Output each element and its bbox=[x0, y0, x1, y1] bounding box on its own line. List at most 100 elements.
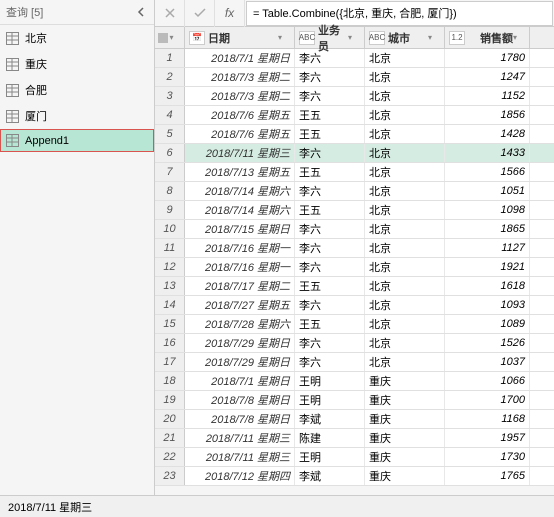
cell-city[interactable]: 北京 bbox=[365, 163, 445, 181]
cell-date[interactable]: 2018/7/6 星期五 bbox=[185, 106, 295, 124]
cell-date[interactable]: 2018/7/28 星期六 bbox=[185, 315, 295, 333]
col-amount[interactable]: 1.2销售额▾ bbox=[445, 27, 530, 48]
cell-city[interactable]: 北京 bbox=[365, 239, 445, 257]
cell-city[interactable]: 北京 bbox=[365, 125, 445, 143]
cell-date[interactable]: 2018/7/1 星期日 bbox=[185, 49, 295, 67]
cell-sales[interactable]: 王明 bbox=[295, 391, 365, 409]
table-row[interactable]: 132018/7/17 星期二王五北京1618 bbox=[155, 277, 554, 296]
cell-date[interactable]: 2018/7/8 星期日 bbox=[185, 391, 295, 409]
cell-amount[interactable]: 1037 bbox=[445, 353, 530, 371]
col-sales[interactable]: ABC业务员▾ bbox=[295, 27, 365, 48]
table-row[interactable]: 32018/7/3 星期二李六北京1152 bbox=[155, 87, 554, 106]
cell-city[interactable]: 重庆 bbox=[365, 372, 445, 390]
cell-amount[interactable]: 1730 bbox=[445, 448, 530, 466]
cell-date[interactable]: 2018/7/11 星期三 bbox=[185, 144, 295, 162]
cell-sales[interactable]: 李六 bbox=[295, 296, 365, 314]
col-date[interactable]: 📅日期▾ bbox=[185, 27, 295, 48]
table-row[interactable]: 52018/7/6 星期五王五北京1428 bbox=[155, 125, 554, 144]
cell-date[interactable]: 2018/7/27 星期五 bbox=[185, 296, 295, 314]
cell-city[interactable]: 北京 bbox=[365, 296, 445, 314]
cell-amount[interactable]: 1051 bbox=[445, 182, 530, 200]
cell-amount[interactable]: 1865 bbox=[445, 220, 530, 238]
filter-icon[interactable]: ▾ bbox=[513, 33, 525, 42]
sidebar-item-0[interactable]: 北京 bbox=[0, 25, 154, 51]
cell-amount[interactable]: 1127 bbox=[445, 239, 530, 257]
cell-amount[interactable]: 1066 bbox=[445, 372, 530, 390]
cell-amount[interactable]: 1526 bbox=[445, 334, 530, 352]
table-row[interactable]: 82018/7/14 星期六李六北京1051 bbox=[155, 182, 554, 201]
filter-icon[interactable]: ▾ bbox=[278, 33, 290, 42]
cell-city[interactable]: 北京 bbox=[365, 201, 445, 219]
cell-date[interactable]: 2018/7/14 星期六 bbox=[185, 182, 295, 200]
cell-date[interactable]: 2018/7/16 星期一 bbox=[185, 239, 295, 257]
cancel-button[interactable] bbox=[155, 0, 185, 27]
cell-date[interactable]: 2018/7/3 星期二 bbox=[185, 68, 295, 86]
cell-date[interactable]: 2018/7/8 星期日 bbox=[185, 410, 295, 428]
cell-sales[interactable]: 李六 bbox=[295, 144, 365, 162]
cell-date[interactable]: 2018/7/11 星期三 bbox=[185, 448, 295, 466]
table-row[interactable]: 212018/7/11 星期三陈建重庆1957 bbox=[155, 429, 554, 448]
cell-amount[interactable]: 1152 bbox=[445, 87, 530, 105]
cell-date[interactable]: 2018/7/14 星期六 bbox=[185, 201, 295, 219]
cell-city[interactable]: 北京 bbox=[365, 68, 445, 86]
cell-city[interactable]: 北京 bbox=[365, 49, 445, 67]
cell-sales[interactable]: 李六 bbox=[295, 258, 365, 276]
cell-date[interactable]: 2018/7/29 星期日 bbox=[185, 334, 295, 352]
cell-date[interactable]: 2018/7/13 星期五 bbox=[185, 163, 295, 181]
cell-amount[interactable]: 1921 bbox=[445, 258, 530, 276]
table-row[interactable]: 142018/7/27 星期五李六北京1093 bbox=[155, 296, 554, 315]
cell-amount[interactable]: 1566 bbox=[445, 163, 530, 181]
cell-amount[interactable]: 1856 bbox=[445, 106, 530, 124]
cell-amount[interactable]: 1618 bbox=[445, 277, 530, 295]
cell-sales[interactable]: 王五 bbox=[295, 163, 365, 181]
sidebar-item-2[interactable]: 合肥 bbox=[0, 77, 154, 103]
cell-sales[interactable]: 李六 bbox=[295, 68, 365, 86]
cell-date[interactable]: 2018/7/6 星期五 bbox=[185, 125, 295, 143]
sidebar-item-1[interactable]: 重庆 bbox=[0, 51, 154, 77]
cell-date[interactable]: 2018/7/3 星期二 bbox=[185, 87, 295, 105]
cell-amount[interactable]: 1089 bbox=[445, 315, 530, 333]
cell-amount[interactable]: 1168 bbox=[445, 410, 530, 428]
cell-city[interactable]: 重庆 bbox=[365, 448, 445, 466]
table-row[interactable]: 152018/7/28 星期六王五北京1089 bbox=[155, 315, 554, 334]
cell-sales[interactable]: 李六 bbox=[295, 220, 365, 238]
cell-city[interactable]: 重庆 bbox=[365, 410, 445, 428]
table-row[interactable]: 202018/7/8 星期日李斌重庆1168 bbox=[155, 410, 554, 429]
cell-city[interactable]: 重庆 bbox=[365, 391, 445, 409]
cell-city[interactable]: 北京 bbox=[365, 315, 445, 333]
collapse-icon[interactable] bbox=[134, 5, 148, 19]
table-row[interactable]: 62018/7/11 星期三李六北京1433 bbox=[155, 144, 554, 163]
cell-amount[interactable]: 1700 bbox=[445, 391, 530, 409]
cell-amount[interactable]: 1433 bbox=[445, 144, 530, 162]
accept-button[interactable] bbox=[185, 0, 215, 27]
cell-sales[interactable]: 李斌 bbox=[295, 467, 365, 485]
cell-sales[interactable]: 李六 bbox=[295, 87, 365, 105]
cell-sales[interactable]: 李六 bbox=[295, 182, 365, 200]
table-row[interactable]: 162018/7/29 星期日李六北京1526 bbox=[155, 334, 554, 353]
cell-amount[interactable]: 1765 bbox=[445, 467, 530, 485]
fx-icon[interactable]: fx bbox=[215, 0, 245, 27]
cell-date[interactable]: 2018/7/15 星期日 bbox=[185, 220, 295, 238]
cell-amount[interactable]: 1247 bbox=[445, 68, 530, 86]
cell-city[interactable]: 北京 bbox=[365, 106, 445, 124]
cell-amount[interactable]: 1428 bbox=[445, 125, 530, 143]
cell-city[interactable]: 北京 bbox=[365, 144, 445, 162]
table-row[interactable]: 222018/7/11 星期三王明重庆1730 bbox=[155, 448, 554, 467]
cell-sales[interactable]: 王五 bbox=[295, 201, 365, 219]
table-body[interactable]: 12018/7/1 星期日李六北京178022018/7/3 星期二李六北京12… bbox=[155, 49, 554, 517]
table-row[interactable]: 232018/7/12 星期四李斌重庆1765 bbox=[155, 467, 554, 486]
formula-input[interactable]: = Table.Combine({北京, 重庆, 合肥, 厦门}) bbox=[246, 1, 553, 26]
cell-city[interactable]: 重庆 bbox=[365, 429, 445, 447]
cell-city[interactable]: 北京 bbox=[365, 277, 445, 295]
cell-date[interactable]: 2018/7/17 星期二 bbox=[185, 277, 295, 295]
cell-city[interactable]: 重庆 bbox=[365, 467, 445, 485]
cell-city[interactable]: 北京 bbox=[365, 182, 445, 200]
cell-city[interactable]: 北京 bbox=[365, 258, 445, 276]
table-icon[interactable]: ▾ bbox=[155, 27, 185, 48]
cell-sales[interactable]: 王五 bbox=[295, 125, 365, 143]
table-row[interactable]: 192018/7/8 星期日王明重庆1700 bbox=[155, 391, 554, 410]
sidebar-item-3[interactable]: 厦门 bbox=[0, 103, 154, 129]
cell-date[interactable]: 2018/7/1 星期日 bbox=[185, 372, 295, 390]
cell-city[interactable]: 北京 bbox=[365, 220, 445, 238]
col-city[interactable]: ABC城市▾ bbox=[365, 27, 445, 48]
